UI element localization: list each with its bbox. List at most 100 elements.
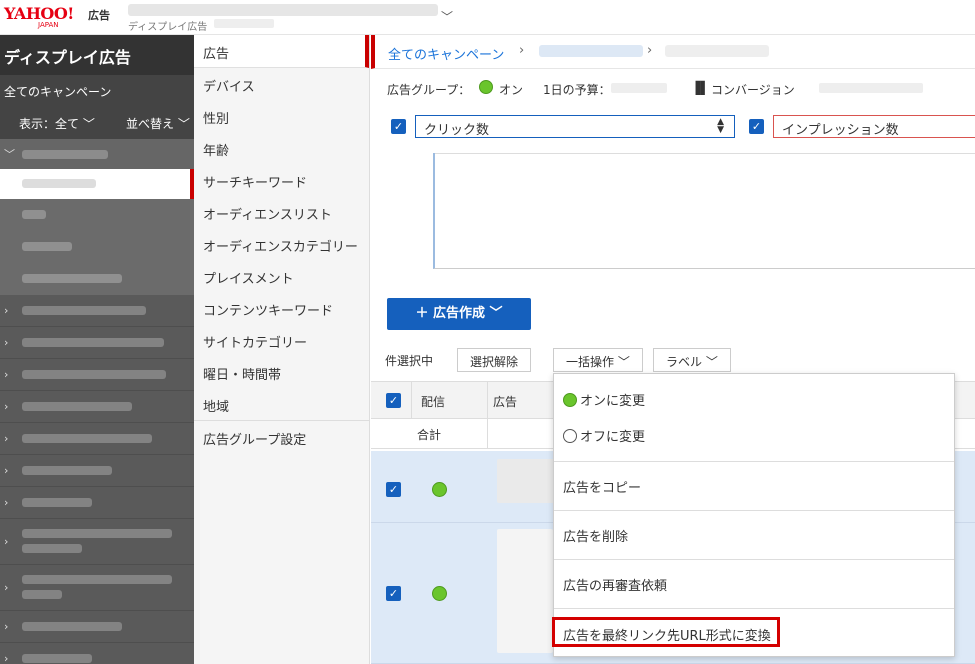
bulk-action-toolbar: 件選択中 選択解除 一括操作 ﹀ ラベル ﹀: [371, 347, 975, 373]
account-name-redacted[interactable]: [128, 4, 438, 16]
menu-item-ads[interactable]: 広告: [194, 35, 369, 68]
chevron-right-icon: ›: [4, 368, 9, 381]
menu-item-content-keyword[interactable]: コンテンツキーワード: [194, 292, 369, 324]
menu-item-audience-list[interactable]: オーディエンスリスト: [194, 196, 369, 228]
create-ad-button[interactable]: ＋ 広告作成 ﹀: [387, 298, 531, 330]
secondary-metric-value: インプレッション数: [782, 123, 899, 138]
menu-item-site-category[interactable]: サイトカテゴリー: [194, 324, 369, 356]
clear-selection-button[interactable]: 選択解除: [457, 348, 532, 372]
campaign-item[interactable]: ›: [0, 455, 194, 487]
primary-metric-select[interactable]: クリック数 ▲ ▼: [415, 115, 735, 138]
menu-item-request-review[interactable]: 広告の再審査依頼: [554, 575, 954, 594]
campaign-item[interactable]: ›: [0, 391, 194, 423]
campaign-item[interactable]: ›: [0, 611, 194, 643]
chevron-right-icon: ›: [4, 336, 9, 349]
chevron-right-icon: ›: [4, 620, 9, 633]
menu-item-search-keyword[interactable]: サーチキーワード: [194, 164, 369, 196]
campaign-item[interactable]: ›: [0, 423, 194, 455]
chevron-right-icon: ›: [4, 464, 9, 477]
adgroup-status[interactable]: オン: [499, 81, 523, 98]
chevron-right-icon: ›: [4, 535, 9, 548]
chart-metric-selectors: ✓ クリック数 ▲ ▼ ✓ インプレッション数: [371, 113, 975, 141]
campaign-item[interactable]: ›: [0, 359, 194, 391]
status-on-icon: [479, 80, 493, 97]
sort-menu[interactable]: 並べ替え ﹀: [126, 115, 190, 132]
campaign-name-redacted: [22, 150, 108, 159]
adgroup-item[interactable]: [0, 263, 194, 295]
menu-divider: [554, 461, 954, 462]
campaign-name-redacted: [22, 529, 172, 538]
campaign-item[interactable]: ›: [0, 295, 194, 327]
row-checkbox[interactable]: ✓: [386, 586, 401, 601]
adgroup-item[interactable]: [0, 231, 194, 263]
adgroup-name-redacted: [22, 242, 72, 251]
chevron-down-icon: ﹀: [177, 117, 190, 131]
plus-icon: ＋: [415, 306, 429, 321]
menu-item-turn-off[interactable]: オフに変更: [554, 426, 954, 445]
chevron-right-icon: ›: [4, 652, 9, 664]
adgroup-name-redacted: [22, 210, 46, 219]
menu-item-day-time[interactable]: 曜日・時間帯: [194, 356, 369, 388]
campaign-name-redacted: [22, 575, 172, 584]
menu-item-region[interactable]: 地域: [194, 388, 369, 420]
column-header-delivery[interactable]: 配信: [421, 393, 445, 410]
highlight-box: [552, 617, 780, 647]
chevron-down-icon[interactable]: ﹀: [441, 8, 453, 25]
adgroup-item-selected[interactable]: [0, 169, 194, 199]
menu-item-gender[interactable]: 性別: [194, 100, 369, 132]
adgroup-item[interactable]: [0, 199, 194, 231]
sort-label: 並べ替え: [126, 117, 175, 131]
menu-item-delete-ad[interactable]: 広告を削除: [554, 526, 954, 545]
menu-item-adgroup-settings[interactable]: 広告グループ設定: [194, 420, 369, 452]
conversion-link[interactable]: コンバージョン: [711, 81, 795, 98]
menu-item-placement[interactable]: プレイスメント: [194, 260, 369, 292]
chart-top-line: [435, 153, 975, 154]
breadcrumb: 全てのキャンペーン › ›: [371, 35, 975, 69]
menu-item-audience-category[interactable]: オーディエンスカテゴリー: [194, 228, 369, 260]
status-on-icon[interactable]: [432, 586, 447, 601]
breadcrumb-all-campaigns[interactable]: 全てのキャンペーン: [388, 44, 504, 63]
primary-metric-checkbox[interactable]: ✓: [391, 119, 406, 134]
campaign-name-redacted: [22, 338, 164, 347]
ad-preview-redacted[interactable]: [497, 529, 553, 653]
menu-item-age[interactable]: 年齢: [194, 132, 369, 164]
column-divider: [487, 382, 488, 418]
menu-item-device[interactable]: デバイス: [194, 68, 369, 100]
column-header-ad[interactable]: 広告: [493, 393, 517, 410]
bulk-operation-label: 一括操作: [566, 355, 615, 369]
conversion-chart-icon: ▐▌: [691, 81, 710, 95]
view-filter-label: 表示：全て: [19, 117, 80, 131]
select-all-checkbox[interactable]: ✓: [386, 393, 401, 408]
campaign-name-redacted: [22, 622, 122, 631]
yahoo-ads-logo[interactable]: YAHOO! JAPAN 広告: [4, 4, 116, 30]
chevron-right-icon: ›: [4, 432, 9, 445]
status-off-icon: [563, 429, 577, 443]
campaign-item[interactable]: ›: [0, 643, 194, 664]
campaign-item[interactable]: ›: [0, 519, 194, 565]
secondary-metric-select[interactable]: インプレッション数: [773, 115, 975, 138]
account-type: ディスプレイ広告: [128, 22, 208, 33]
campaign-item[interactable]: ›: [0, 487, 194, 519]
secondary-metric-checkbox[interactable]: ✓: [749, 119, 764, 134]
adgroup-name-redacted: [22, 179, 96, 188]
campaign-name-redacted: [22, 590, 62, 599]
selection-count: 件選択中: [385, 354, 434, 368]
row-checkbox[interactable]: ✓: [386, 482, 401, 497]
sidebar-all-campaigns[interactable]: 全てのキャンペーン: [0, 75, 194, 107]
view-filter[interactable]: 表示：全て ﹀: [19, 115, 95, 132]
campaign-item[interactable]: ›: [0, 565, 194, 611]
menu-item-turn-on-label: オンに変更: [580, 394, 646, 409]
status-on-icon[interactable]: [432, 482, 447, 497]
campaign-name-redacted: [22, 370, 166, 379]
breadcrumb-campaign-redacted[interactable]: [539, 45, 643, 57]
menu-item-copy-ad[interactable]: 広告をコピー: [554, 477, 954, 496]
campaign-item-open[interactable]: ﹀: [0, 139, 194, 169]
menu-item-turn-on[interactable]: オンに変更: [554, 390, 954, 409]
chevron-down-icon: ﹀: [705, 355, 718, 369]
chevron-right-icon: ›: [4, 496, 9, 509]
breadcrumb-adgroup-redacted: [665, 45, 769, 57]
menu-divider: [554, 510, 954, 511]
label-button[interactable]: ラベル ﹀: [653, 348, 731, 372]
campaign-item[interactable]: ›: [0, 327, 194, 359]
bulk-operation-button[interactable]: 一括操作 ﹀: [553, 348, 643, 372]
